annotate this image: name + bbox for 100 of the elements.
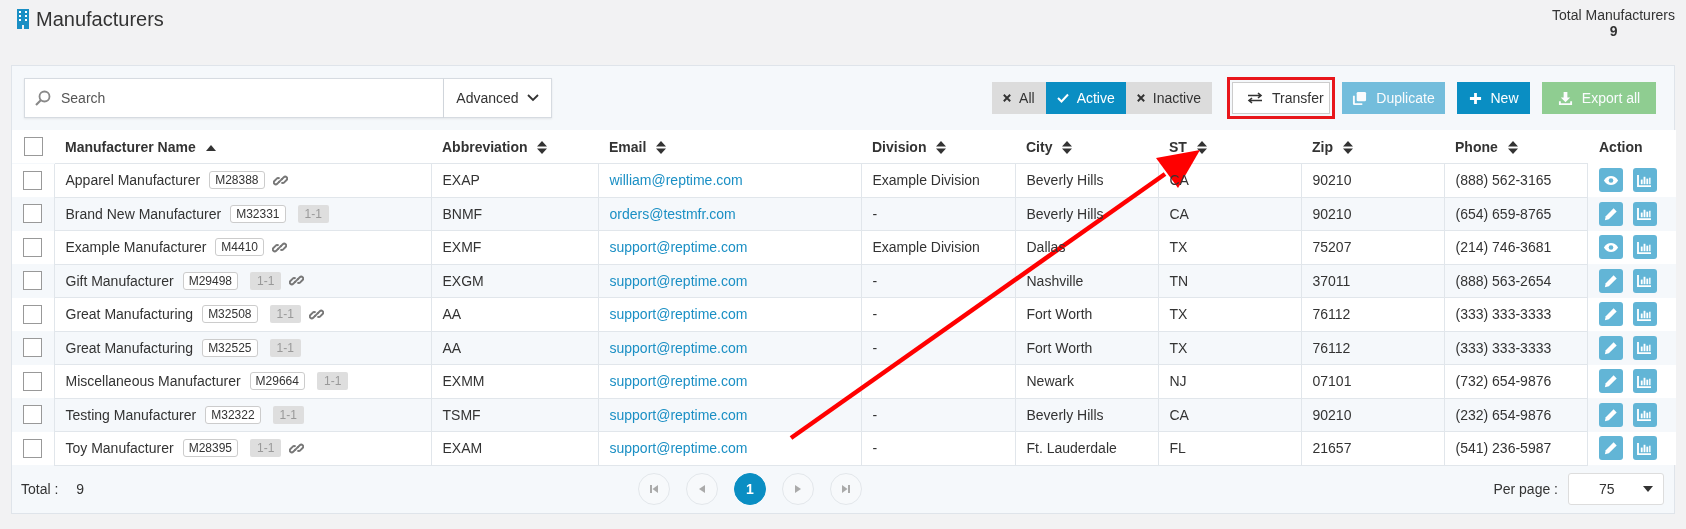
edit-button[interactable]: [1598, 335, 1623, 360]
column-header[interactable]: Manufacturer Name: [65, 138, 196, 155]
report-button[interactable]: [1632, 335, 1657, 360]
view-button[interactable]: [1598, 235, 1623, 260]
view-button[interactable]: [1598, 168, 1623, 193]
city-cell: Beverly Hills: [1026, 172, 1104, 189]
state-cell: CA: [1169, 205, 1189, 222]
city-cell: Beverly Hills: [1026, 205, 1104, 222]
swap-arrows-icon: [1247, 92, 1263, 104]
bar-chart-icon: [1637, 274, 1652, 288]
report-button[interactable]: [1632, 201, 1657, 226]
download-icon: [1557, 90, 1573, 106]
city-cell: Ft. Lauderdale: [1026, 440, 1117, 457]
phone-cell: (232) 654-9876: [1455, 406, 1552, 423]
bar-chart-icon: [1637, 408, 1652, 422]
phone-cell: (214) 746-3681: [1455, 239, 1552, 256]
check-icon: [1056, 93, 1069, 103]
column-header: Action: [1599, 138, 1643, 155]
row-checkbox[interactable]: [23, 405, 43, 425]
tag-badge: 1-1: [272, 405, 304, 424]
search-box[interactable]: Search: [24, 78, 444, 118]
column-header[interactable]: Email: [609, 138, 647, 155]
division-cell: Example Division: [872, 172, 980, 189]
row-checkbox[interactable]: [23, 338, 43, 358]
phone-cell: (333) 333-3333: [1455, 306, 1552, 323]
manufacturer-name: Great Manufacturing: [65, 339, 194, 356]
first-page-icon: [650, 485, 658, 493]
new-button[interactable]: New: [1457, 82, 1530, 114]
city-cell: Nashville: [1026, 272, 1084, 289]
report-button[interactable]: [1632, 168, 1657, 193]
abbreviation-cell: EXMM: [442, 373, 485, 390]
edit-button[interactable]: [1598, 436, 1623, 461]
column-header[interactable]: City: [1026, 138, 1053, 155]
advanced-dropdown[interactable]: Advanced: [444, 78, 552, 118]
row-checkbox[interactable]: [23, 439, 43, 458]
zip-cell: 07101: [1312, 373, 1352, 390]
state-cell: TX: [1169, 339, 1188, 356]
phone-cell: (888) 562-3165: [1455, 172, 1552, 189]
column-header[interactable]: Phone: [1455, 138, 1498, 155]
edit-button[interactable]: [1598, 268, 1623, 293]
row-checkbox[interactable]: [23, 170, 43, 190]
report-button[interactable]: [1632, 302, 1657, 327]
code-badge: M32331: [230, 204, 286, 223]
tag-badge: 1-1: [269, 338, 301, 357]
phone-cell: (732) 654-9876: [1455, 373, 1552, 390]
report-button[interactable]: [1632, 402, 1657, 427]
copy-icon: [1352, 90, 1368, 106]
division-cell: -: [872, 339, 878, 356]
row-checkbox[interactable]: [23, 304, 43, 324]
report-button[interactable]: [1632, 369, 1657, 394]
row-checkbox[interactable]: [23, 371, 43, 391]
column-header[interactable]: ST: [1169, 138, 1187, 155]
first-page-button[interactable]: [638, 473, 670, 505]
report-button[interactable]: [1632, 268, 1657, 293]
state-cell: TX: [1169, 239, 1188, 256]
bar-chart-icon: [1637, 307, 1652, 321]
column-header[interactable]: Division: [872, 138, 927, 155]
zip-cell: 76112: [1312, 339, 1351, 356]
total-label: Total Manufacturers: [1552, 7, 1675, 23]
previous-page-button[interactable]: [686, 473, 718, 505]
division-cell: Example Division: [872, 239, 980, 256]
filter-tab[interactable]: All: [992, 82, 1046, 114]
total-count: 9: [1609, 23, 1618, 39]
edit-button[interactable]: [1598, 402, 1623, 427]
tag-badge: 1-1: [297, 204, 329, 223]
column-header[interactable]: Zip: [1312, 138, 1333, 155]
zip-cell: 21657: [1312, 440, 1352, 457]
code-badge: M32322: [205, 405, 261, 424]
page-button[interactable]: 1: [734, 473, 766, 505]
per-page-dropdown[interactable]: 75: [1568, 473, 1664, 505]
manufacturer-name: Apparel Manufacturer: [65, 172, 201, 189]
last-page-icon: [842, 485, 850, 493]
filter-tab[interactable]: Active: [1045, 82, 1126, 114]
next-page-button[interactable]: [782, 473, 814, 505]
edit-button[interactable]: [1598, 201, 1623, 226]
chevron-down-icon: [526, 94, 539, 102]
total-count: 9: [76, 481, 85, 497]
edit-button[interactable]: [1598, 369, 1623, 394]
manufacturer-name: Great Manufacturing: [65, 306, 194, 323]
report-button[interactable]: [1632, 235, 1657, 260]
tag-badge: 1-1: [269, 305, 301, 324]
report-button[interactable]: [1632, 436, 1657, 461]
abbreviation-cell: TSMF: [442, 406, 481, 423]
state-cell: NJ: [1169, 373, 1187, 390]
search-field[interactable]: Search: [59, 89, 433, 107]
state-cell: TX: [1169, 306, 1188, 323]
abbreviation-cell: EXGM: [442, 272, 484, 289]
edit-button[interactable]: [1598, 302, 1623, 327]
row-checkbox[interactable]: [23, 204, 43, 224]
filter-tab[interactable]: Inactive: [1125, 82, 1212, 114]
manufacturer-name: Brand New Manufacturer: [65, 205, 222, 222]
code-badge: M29498: [182, 271, 239, 290]
last-page-button[interactable]: [830, 473, 862, 505]
abbreviation-cell: AA: [442, 306, 462, 323]
manufacturer-name: Gift Manufacturer: [65, 272, 174, 289]
select-all-checkbox[interactable]: [23, 137, 43, 156]
row-checkbox[interactable]: [23, 237, 43, 257]
tag-badge: 1-1: [250, 439, 282, 458]
city-cell: Beverly Hills: [1026, 406, 1104, 423]
row-checkbox[interactable]: [23, 271, 43, 291]
